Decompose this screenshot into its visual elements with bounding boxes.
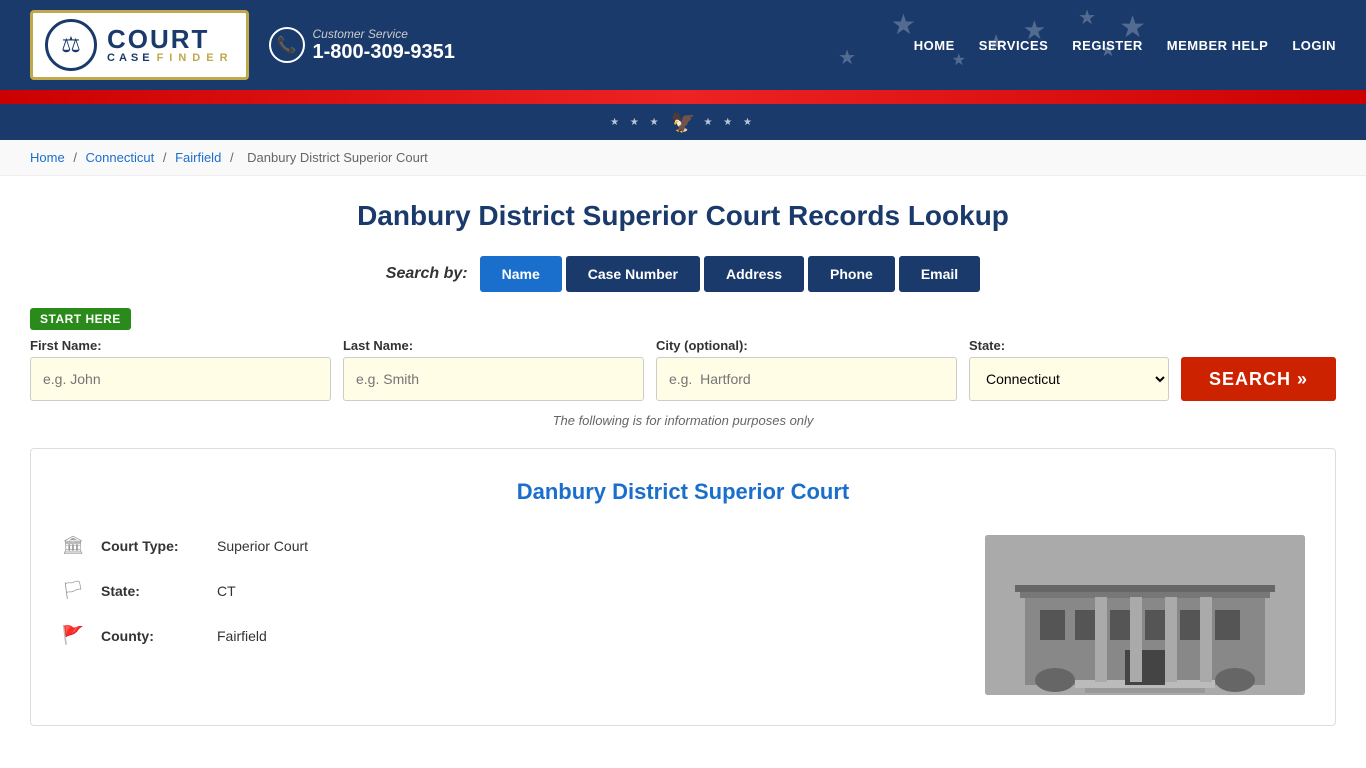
logo-emblem bbox=[45, 19, 97, 71]
tab-name[interactable]: Name bbox=[480, 256, 562, 292]
customer-service: 📞 Customer Service 1-800-309-9351 bbox=[269, 27, 455, 64]
main-content: Danbury District Superior Court Records … bbox=[0, 176, 1366, 750]
nav-login[interactable]: LOGIN bbox=[1292, 38, 1336, 53]
logo-case-word: CASE bbox=[107, 52, 154, 64]
state-row: 🏳 State: CT bbox=[61, 580, 945, 601]
last-name-input[interactable] bbox=[343, 357, 644, 401]
search-tabs: Name Case Number Address Phone Email bbox=[480, 256, 981, 292]
court-image bbox=[985, 535, 1305, 695]
site-header: ★ ★ ★ ★ ★ ★ ★ ★ COURT CASE FINDER 📞 Cust… bbox=[0, 0, 1366, 90]
state-icon: 🏳 bbox=[61, 580, 85, 601]
city-field: City (optional): bbox=[656, 338, 957, 401]
first-name-input[interactable] bbox=[30, 357, 331, 401]
court-type-label: Court Type: bbox=[101, 538, 201, 554]
header-left: COURT CASE FINDER 📞 Customer Service 1-8… bbox=[30, 10, 455, 80]
cs-label: Customer Service bbox=[313, 27, 455, 41]
tab-case-number[interactable]: Case Number bbox=[566, 256, 700, 292]
header-nav: HOME SERVICES REGISTER MEMBER HELP LOGIN bbox=[914, 38, 1336, 53]
search-by-row: Search by: Name Case Number Address Phon… bbox=[30, 256, 1336, 292]
state-value: CT bbox=[217, 583, 236, 599]
nav-home[interactable]: HOME bbox=[914, 38, 955, 53]
eagle-area: ★ ★ ★ 🦅 ★ ★ ★ bbox=[0, 104, 1366, 140]
state-label: State: bbox=[969, 338, 1169, 353]
first-name-label: First Name: bbox=[30, 338, 331, 353]
search-by-label: Search by: bbox=[386, 265, 468, 283]
logo-finder-word: FINDER bbox=[157, 52, 234, 64]
court-type-value: Superior Court bbox=[217, 538, 308, 554]
logo-text: COURT CASE FINDER bbox=[107, 26, 234, 64]
court-info-card: Danbury District Superior Court 🏛 Court … bbox=[30, 448, 1336, 726]
phone-icon: 📞 bbox=[269, 27, 305, 63]
disclaimer-text: The following is for information purpose… bbox=[30, 413, 1336, 428]
county-icon: 🚩 bbox=[61, 625, 85, 646]
tab-email[interactable]: Email bbox=[899, 256, 980, 292]
nav-member-help[interactable]: MEMBER HELP bbox=[1167, 38, 1269, 53]
county-label: County: bbox=[101, 628, 201, 644]
state-select[interactable]: Connecticut Alabama Alaska Arizona Calif… bbox=[969, 357, 1169, 401]
search-button[interactable]: SEARCH » bbox=[1181, 357, 1336, 401]
courthouse-illustration bbox=[985, 535, 1305, 695]
breadcrumb-connecticut[interactable]: Connecticut bbox=[86, 150, 155, 165]
court-info-list: 🏛 Court Type: Superior Court 🏳 State: CT… bbox=[61, 535, 945, 695]
cs-phone: 1-800-309-9351 bbox=[313, 41, 455, 64]
nav-register[interactable]: REGISTER bbox=[1072, 38, 1142, 53]
city-input[interactable] bbox=[656, 357, 957, 401]
breadcrumb-sep-1: / bbox=[73, 150, 80, 165]
last-name-field: Last Name: bbox=[343, 338, 644, 401]
breadcrumb-sep-2: / bbox=[163, 150, 170, 165]
eagle-icon: 🦅 bbox=[671, 110, 696, 135]
court-type-row: 🏛 Court Type: Superior Court bbox=[61, 535, 945, 556]
page-title: Danbury District Superior Court Records … bbox=[30, 200, 1336, 232]
cs-text: Customer Service 1-800-309-9351 bbox=[313, 27, 455, 64]
first-name-field: First Name: bbox=[30, 338, 331, 401]
tab-phone[interactable]: Phone bbox=[808, 256, 895, 292]
county-value: Fairfield bbox=[217, 628, 267, 644]
tab-address[interactable]: Address bbox=[704, 256, 804, 292]
court-type-icon: 🏛 bbox=[61, 535, 85, 556]
state-label-card: State: bbox=[101, 583, 201, 599]
last-name-label: Last Name: bbox=[343, 338, 644, 353]
site-logo[interactable]: COURT CASE FINDER bbox=[30, 10, 249, 80]
breadcrumb-current: Danbury District Superior Court bbox=[247, 150, 428, 165]
red-banner bbox=[0, 90, 1366, 104]
start-here-badge: START HERE bbox=[30, 308, 131, 330]
city-label: City (optional): bbox=[656, 338, 957, 353]
search-form-row: First Name: Last Name: City (optional): … bbox=[30, 338, 1336, 401]
logo-court-word: COURT bbox=[107, 26, 234, 52]
court-details: 🏛 Court Type: Superior Court 🏳 State: CT… bbox=[61, 535, 1305, 695]
county-row: 🚩 County: Fairfield bbox=[61, 625, 945, 646]
state-field: State: Connecticut Alabama Alaska Arizon… bbox=[969, 338, 1169, 401]
star-right: ★ ★ ★ bbox=[703, 117, 755, 128]
court-card-title: Danbury District Superior Court bbox=[61, 479, 1305, 505]
breadcrumb-sep-3: / bbox=[230, 150, 237, 165]
eagle-decoration: ★ ★ ★ 🦅 ★ ★ ★ bbox=[610, 110, 756, 135]
star-left: ★ ★ ★ bbox=[610, 117, 662, 128]
nav-services[interactable]: SERVICES bbox=[979, 38, 1049, 53]
breadcrumb-fairfield[interactable]: Fairfield bbox=[175, 150, 221, 165]
breadcrumb: Home / Connecticut / Fairfield / Danbury… bbox=[0, 140, 1366, 176]
breadcrumb-home[interactable]: Home bbox=[30, 150, 65, 165]
